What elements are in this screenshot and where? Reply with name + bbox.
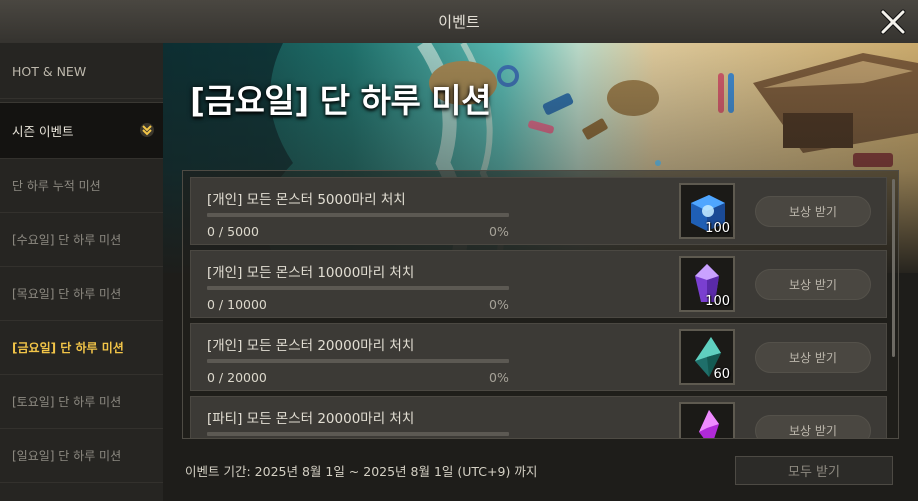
sidebar-item-saturday[interactable]: [토요일] 단 하루 미션 [0,375,163,429]
sidebar-item-hot-new[interactable]: HOT & NEW [0,45,163,99]
claim-reward-button[interactable]: 보상 받기 [755,196,871,227]
sidebar-item-label: [수요일] 단 하루 미션 [12,233,122,247]
sidebar-item-label: [금요일] 단 하루 미션 [12,341,124,355]
mission-progress-count: 0 / 10000 [207,297,267,312]
sidebar-item-label: 시즌 이벤트 [12,124,74,139]
mission-row: [개인] 모든 몬스터 5000마리 처치 0 / 5000 0% 100 보상… [190,177,887,245]
mission-list[interactable]: [개인] 모든 몬스터 5000마리 처치 0 / 5000 0% 100 보상… [182,170,899,439]
close-icon [880,9,906,35]
sidebar-item-label: [일요일] 단 하루 미션 [12,449,122,463]
mission-row: [개인] 모든 몬스터 20000마리 처치 0 / 20000 0% 60 보… [190,323,887,391]
sidebar-item-sunday[interactable]: [일요일] 단 하루 미션 [0,429,163,483]
reward-slot[interactable] [679,402,735,438]
reward-slot[interactable]: 100 [679,256,735,312]
sidebar-item-label: 단 하루 누적 미션 [12,179,101,193]
sidebar-item-label: HOT & NEW [12,64,87,79]
sidebar-item-season-event[interactable]: 시즌 이벤트 [0,102,163,159]
claim-reward-button[interactable]: 보상 받기 [755,269,871,300]
mission-title: [개인] 모든 몬스터 5000마리 처치 [207,192,406,208]
mission-progress-bar [207,213,509,217]
title-bar: 이벤트 [0,0,918,44]
mission-progress-percent: 0% [489,224,509,239]
mission-progress-percent: 0% [489,370,509,385]
claim-reward-button[interactable]: 보상 받기 [755,415,871,438]
sidebar-item-label: [목요일] 단 하루 미션 [12,287,122,301]
reward-quantity: 60 [713,367,730,382]
close-button[interactable] [875,4,911,40]
mission-progress-bar [207,432,509,436]
mission-progress-bar [207,286,509,290]
reward-slot[interactable]: 60 [679,329,735,385]
event-content: [금요일] 단 하루 미션 [개인] 모든 몬스터 5000마리 처치 0 / … [163,43,918,501]
mission-progress-percent: 0% [489,297,509,312]
reward-slot[interactable]: 100 [679,183,735,239]
mission-title: [개인] 모든 몬스터 10000마리 처치 [207,265,415,281]
window-title: 이벤트 [438,13,480,31]
event-period: 이벤트 기간: 2025년 8월 1일 ~ 2025년 8월 1일 (UTC+9… [185,464,538,479]
sidebar-item-thursday[interactable]: [목요일] 단 하루 미션 [0,267,163,321]
chevron-down-icon [140,123,154,137]
mission-progress-count: 0 / 20000 [207,370,267,385]
mission-title: [파티] 모든 몬스터 20000마리 처치 [207,411,415,427]
reward-quantity: 100 [705,221,730,236]
claim-reward-button[interactable]: 보상 받기 [755,342,871,373]
mission-row: [개인] 모든 몬스터 10000마리 처치 0 / 10000 0% 100 … [190,250,887,318]
magenta-crystal-icon [699,410,719,438]
mission-row: [파티] 모든 몬스터 20000마리 처치 보상 받기 [190,396,887,438]
sidebar-item-wednesday[interactable]: [수요일] 단 하루 미션 [0,213,163,267]
mission-title: [개인] 모든 몬스터 20000마리 처치 [207,338,415,354]
sidebar-item-friday[interactable]: [금요일] 단 하루 미션 [0,321,163,375]
mission-list-scrollbar[interactable] [892,179,895,357]
claim-all-button[interactable]: 모두 받기 [735,456,893,485]
sidebar-item-daily-cumulative[interactable]: 단 하루 누적 미션 [0,159,163,213]
mission-progress-count: 0 / 5000 [207,224,259,239]
reward-quantity: 100 [705,294,730,309]
sidebar: HOT & NEW 시즌 이벤트 단 하루 누적 미션 [수요일] 단 하루 미… [0,43,163,501]
sidebar-item-label: [토요일] 단 하루 미션 [12,395,122,409]
mission-progress-bar [207,359,509,363]
event-title: [금요일] 단 하루 미션 [190,81,492,120]
